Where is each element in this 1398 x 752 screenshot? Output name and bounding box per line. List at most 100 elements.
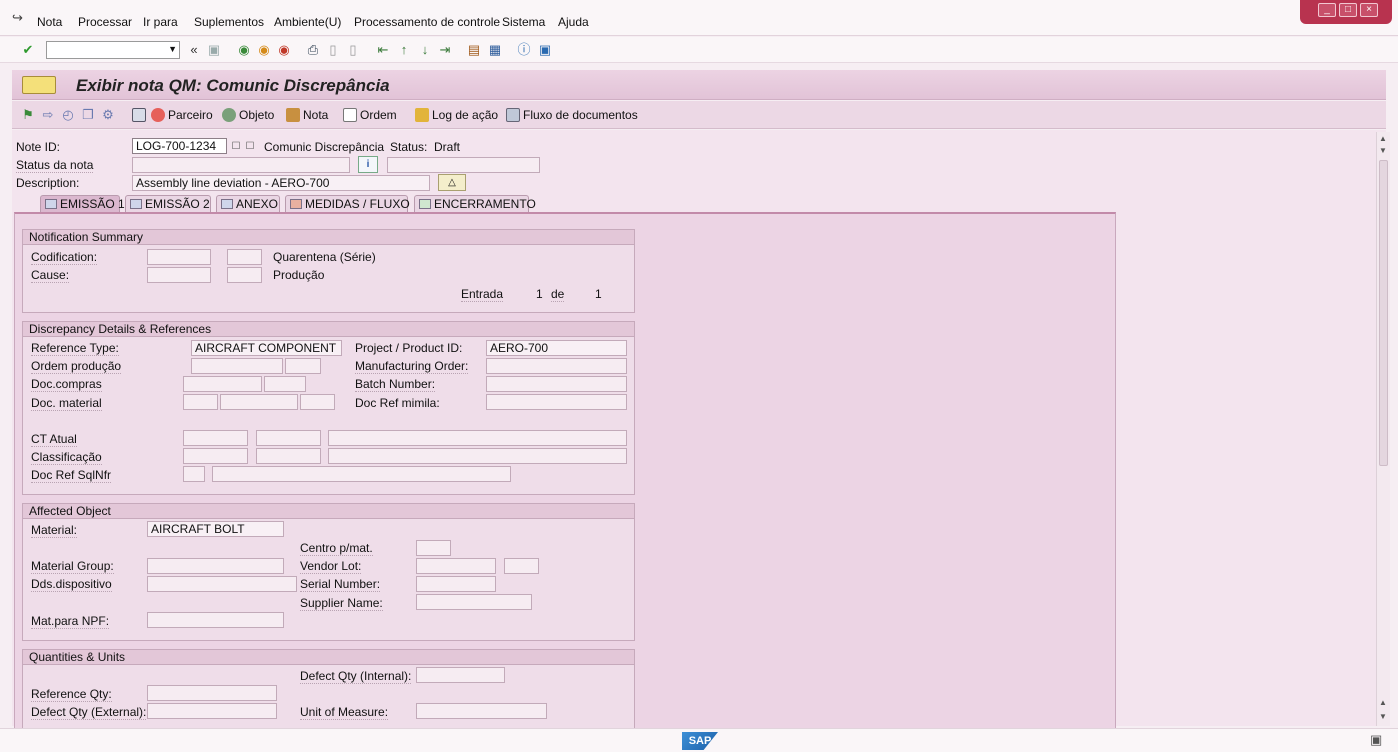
vertical-scrollbar[interactable]: ▲ ▼ ▲ ▼ — [1376, 132, 1390, 726]
next-page-icon[interactable]: ↓ — [417, 42, 433, 58]
first-page-icon[interactable]: ⇤ — [375, 42, 391, 58]
menu-processamento-controle[interactable]: Processamento de controle — [354, 15, 500, 29]
menu-sistema[interactable]: Sistema — [502, 15, 545, 29]
last-page-icon[interactable]: ⇥ — [437, 42, 453, 58]
system-toolbar: ✔ ▼ « ▣ ◉ ◉ ◉ ⎙ ▯ ▯ ⇤ ↑ ↓ ⇥ ▤ ▦ ⓘ ▣ — [0, 37, 1398, 63]
doc-material-field[interactable] — [220, 394, 298, 410]
fluxo-documentos-button[interactable]: Fluxo de documentos — [506, 108, 638, 122]
collapse-icon[interactable]: « — [186, 42, 202, 58]
cancel-icon[interactable]: ◉ — [276, 42, 292, 58]
menu-ir-para[interactable]: Ir para — [143, 15, 178, 29]
chevron-down-icon[interactable]: ▼ — [168, 44, 177, 54]
tab-medidas-fluxo[interactable]: MEDIDAS / FLUXO — [285, 195, 410, 213]
scroll-down-icon[interactable]: ▼ — [1379, 712, 1387, 721]
scroll-up-icon[interactable]: ▲ — [1379, 134, 1387, 143]
calendar-button[interactable] — [132, 108, 149, 122]
ct-atual-description-field[interactable] — [328, 430, 627, 446]
close-button[interactable]: × — [1360, 3, 1378, 17]
ordem-button[interactable]: Ordem — [343, 108, 397, 122]
doc-compras-field[interactable] — [183, 376, 262, 392]
ct-atual-field-2[interactable] — [256, 430, 321, 446]
log-acao-button[interactable]: Log de ação — [415, 108, 498, 122]
doc-material-item-field[interactable] — [300, 394, 335, 410]
shortcut-icon[interactable]: ▦ — [487, 42, 503, 58]
dds-dispositivo-field[interactable] — [147, 576, 297, 592]
scroll-thumb[interactable] — [1379, 160, 1388, 466]
scroll-up-icon[interactable]: ▼ — [1379, 146, 1387, 155]
menu-nota[interactable]: Nota — [37, 15, 62, 29]
menu-processar[interactable]: Processar — [78, 15, 132, 29]
objeto-button[interactable]: Objeto — [222, 108, 274, 122]
ordem-producao-field[interactable] — [191, 358, 283, 374]
group-title: Affected Object — [23, 504, 634, 519]
find-icon[interactable]: ▯ — [325, 42, 341, 58]
doc-ref-field[interactable] — [486, 394, 627, 410]
menu-ajuda[interactable]: Ajuda — [558, 15, 589, 29]
settings-icon[interactable]: ⚙ — [100, 107, 116, 123]
find-next-icon[interactable]: ▯ — [345, 42, 361, 58]
cause-group-field[interactable] — [227, 267, 262, 283]
unit-of-measure-field[interactable] — [416, 703, 547, 719]
ct-atual-field[interactable] — [183, 430, 248, 446]
nota-button[interactable]: Nota — [286, 108, 328, 122]
vendor-lot-field[interactable] — [416, 558, 496, 574]
cause-field[interactable] — [147, 267, 211, 283]
maximize-button[interactable]: □ — [1339, 3, 1357, 17]
reminder-icon[interactable]: ◴ — [60, 107, 76, 123]
tab-emissao-1[interactable]: EMISSÃO 1 — [40, 195, 125, 213]
manufacturing-order-field[interactable] — [486, 358, 627, 374]
ordem-producao-item-field[interactable] — [285, 358, 321, 374]
new-session-icon[interactable]: ▤ — [466, 42, 482, 58]
menu-suplementos[interactable]: Suplementos — [194, 15, 264, 29]
help-icon[interactable]: ⓘ — [516, 42, 532, 58]
centro-label: Centro p/mat. — [300, 541, 373, 556]
note-id-field[interactable]: LOG-700-1234 — [132, 138, 227, 154]
reference-qty-field[interactable] — [147, 685, 277, 701]
classificacao-field[interactable] — [183, 448, 248, 464]
batch-number-field[interactable] — [486, 376, 627, 392]
back-icon[interactable]: ◉ — [236, 42, 252, 58]
doc-ref-sqlnfr-code-field[interactable] — [183, 466, 205, 482]
defect-qty-external-field[interactable] — [147, 703, 277, 719]
supplier-name-field[interactable] — [416, 594, 532, 610]
note-copy-icon[interactable]: ☐ — [242, 139, 258, 155]
tab-anexo[interactable]: ANEXO — [216, 195, 280, 213]
save-icon[interactable]: ▣ — [206, 42, 222, 58]
flag-icon[interactable]: ⚑ — [20, 107, 36, 123]
centro-field[interactable] — [416, 540, 451, 556]
tab-anexo-label: ANEXO — [236, 197, 279, 211]
tab-encerramento[interactable]: ENCERRAMENTO — [414, 195, 536, 213]
print-icon[interactable]: ⎙ — [305, 42, 321, 58]
exit-icon[interactable]: ◉ — [256, 42, 272, 58]
serial-number-field[interactable] — [416, 576, 496, 592]
mat-para-npf-field[interactable] — [147, 612, 284, 628]
status-info-icon[interactable]: i — [358, 156, 378, 173]
codification-field[interactable] — [147, 249, 211, 265]
previous-page-icon[interactable]: ↑ — [396, 42, 412, 58]
doc-ref-sqlnfr-field[interactable] — [212, 466, 511, 482]
forward-icon[interactable]: ⇨ — [40, 107, 56, 123]
parceiro-button[interactable]: Parceiro — [151, 108, 213, 122]
transaction-menu-icon[interactable] — [22, 76, 56, 94]
minimize-button[interactable]: _ — [1318, 3, 1336, 17]
codification-group-field[interactable] — [227, 249, 262, 265]
vendor-lot-extra-field[interactable] — [504, 558, 539, 574]
defect-qty-internal-field[interactable] — [416, 667, 505, 683]
menu-exit-icon[interactable]: ↪ — [12, 10, 23, 26]
doc-compras-item-field[interactable] — [264, 376, 306, 392]
tab-emissao-2[interactable]: EMISSÃO 2 — [125, 195, 211, 213]
command-field[interactable]: ▼ — [46, 41, 180, 59]
classificacao-field-2[interactable] — [256, 448, 321, 464]
doc-material-year-field[interactable] — [183, 394, 218, 410]
classificacao-description-field[interactable] — [328, 448, 627, 464]
copy-icon[interactable]: ❐ — [80, 107, 96, 123]
enter-check-icon[interactable]: ✔ — [20, 42, 36, 58]
long-text-icon[interactable]: △ — [438, 174, 466, 191]
printer-icon — [130, 199, 142, 209]
material-group-field[interactable] — [147, 558, 284, 574]
scroll-down-icon[interactable]: ▲ — [1379, 698, 1387, 707]
lock-icon[interactable]: ▣ — [1370, 732, 1382, 748]
layout-settings-icon[interactable]: ▣ — [537, 42, 553, 58]
menu-ambiente[interactable]: Ambiente(U) — [274, 15, 341, 29]
page-title: Exibir nota QM: Comunic Discrepância — [76, 76, 390, 95]
